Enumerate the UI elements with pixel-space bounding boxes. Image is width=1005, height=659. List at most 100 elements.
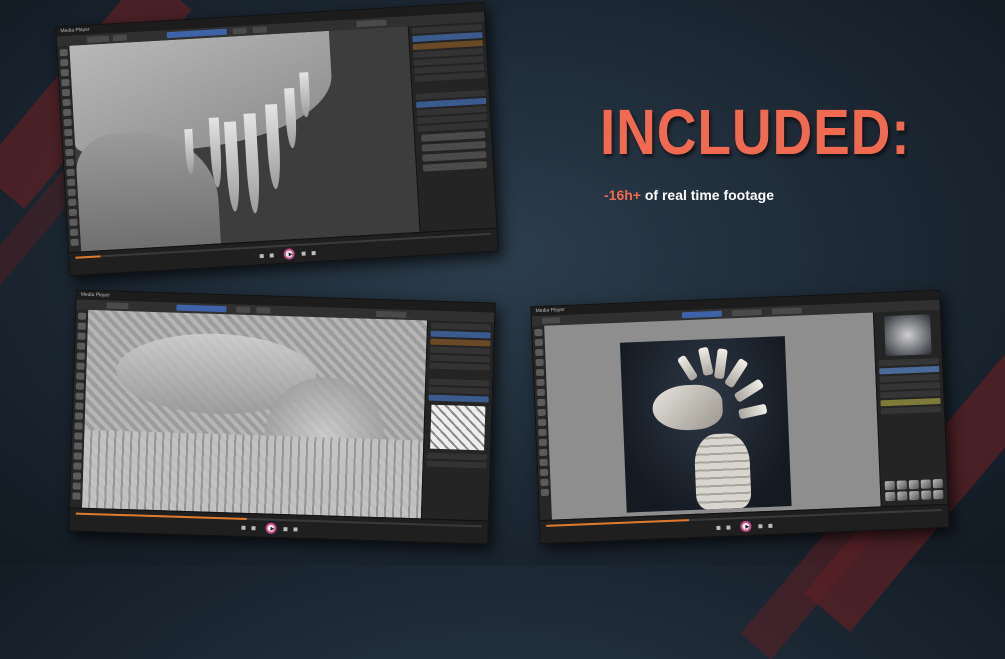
paint-tool-icon[interactable]: [537, 418, 547, 427]
property-row[interactable]: [429, 378, 490, 387]
menu-item[interactable]: [236, 306, 251, 313]
brush-tool-icon[interactable]: [76, 352, 85, 360]
brush-tool-icon[interactable]: [77, 342, 86, 350]
brush-tool-icon[interactable]: [62, 108, 72, 117]
rewind-icon[interactable]: [251, 526, 256, 531]
brush-preset-icon[interactable]: [921, 490, 932, 500]
brush-tool-icon[interactable]: [73, 462, 82, 470]
paint-tool-icon[interactable]: [539, 448, 548, 457]
brush-tool-icon[interactable]: [62, 98, 71, 107]
brush-tool-icon[interactable]: [69, 218, 78, 227]
menu-item[interactable]: [256, 307, 271, 314]
paint-tool-icon[interactable]: [535, 358, 544, 367]
property-row[interactable]: [417, 121, 488, 132]
menu-item[interactable]: [541, 317, 561, 324]
brush-tool-icon[interactable]: [75, 392, 84, 400]
canvas-area[interactable]: [544, 312, 882, 521]
brush-tool-icon[interactable]: [65, 158, 75, 167]
brush-tool-icon[interactable]: [76, 372, 85, 380]
prev-icon[interactable]: [241, 525, 246, 530]
brush-tool-icon[interactable]: [74, 412, 84, 420]
layer-row-selected[interactable]: [879, 365, 940, 375]
paint-tool-icon[interactable]: [536, 388, 545, 397]
brush-tool-icon[interactable]: [66, 178, 76, 187]
brush-preset-icon[interactable]: [920, 479, 932, 489]
3d-viewport[interactable]: [69, 26, 421, 253]
brush-preset-icon[interactable]: [884, 480, 896, 491]
brush-tool-icon[interactable]: [73, 452, 82, 460]
brush-tool-icon[interactable]: [66, 168, 75, 177]
panel-button[interactable]: [422, 150, 487, 162]
menu-item[interactable]: [86, 35, 110, 43]
paint-tool-icon[interactable]: [534, 338, 543, 347]
forward-icon[interactable]: [301, 251, 306, 256]
layer-row[interactable]: [880, 397, 941, 407]
brush-tool-icon[interactable]: [63, 118, 72, 127]
brush-preset-icon[interactable]: [885, 491, 896, 502]
property-row[interactable]: [428, 394, 489, 403]
paint-tool-icon[interactable]: [538, 438, 547, 447]
brush-tool-icon[interactable]: [60, 58, 69, 67]
brush-preset-icon[interactable]: [908, 479, 920, 490]
layer-row[interactable]: [880, 389, 941, 399]
panel-button[interactable]: [422, 160, 488, 172]
brush-tool-icon[interactable]: [77, 332, 86, 340]
menu-item[interactable]: [731, 309, 762, 317]
brush-preset-icon[interactable]: [896, 480, 908, 490]
brush-tool-icon[interactable]: [77, 322, 86, 330]
brush-tool-icon[interactable]: [74, 432, 83, 440]
brush-tool-icon[interactable]: [61, 78, 70, 87]
menu-item[interactable]: [252, 26, 267, 34]
property-row[interactable]: [426, 452, 487, 461]
brush-preset-icon[interactable]: [932, 478, 944, 489]
forward-icon[interactable]: [758, 524, 763, 529]
brush-tool-icon[interactable]: [60, 68, 70, 77]
property-row[interactable]: [428, 386, 489, 395]
brush-tool-icon[interactable]: [75, 382, 84, 390]
outliner-row[interactable]: [430, 338, 491, 347]
play-button[interactable]: [740, 520, 752, 533]
brush-preset-icon[interactable]: [933, 489, 944, 500]
brush-tool-icon[interactable]: [76, 362, 85, 370]
brush-tool-icon[interactable]: [73, 442, 83, 450]
remesh-button[interactable]: [420, 131, 486, 142]
paint-tool-icon[interactable]: [539, 458, 548, 467]
paint-tool-icon[interactable]: [535, 368, 545, 377]
menu-item[interactable]: [112, 34, 128, 42]
brush-tool-icon[interactable]: [72, 482, 81, 490]
outliner-row[interactable]: [430, 346, 491, 355]
panel-button[interactable]: [421, 141, 486, 152]
brush-tool-icon[interactable]: [72, 472, 82, 480]
brush-tool-icon[interactable]: [64, 128, 73, 137]
workspace-tab-active[interactable]: [176, 304, 227, 313]
brush-tool-icon[interactable]: [68, 208, 78, 217]
layer-row[interactable]: [880, 405, 941, 415]
brush-tool-icon[interactable]: [59, 48, 68, 57]
next-icon[interactable]: [311, 250, 316, 256]
outliner-row[interactable]: [414, 71, 485, 82]
play-button[interactable]: [283, 248, 295, 260]
outliner-row-selected[interactable]: [430, 330, 491, 339]
brush-tool-icon[interactable]: [65, 148, 74, 157]
rewind-icon[interactable]: [726, 525, 731, 530]
brush-tool-icon[interactable]: [72, 492, 81, 500]
brush-tool-icon[interactable]: [74, 422, 83, 430]
paint-tool-icon[interactable]: [535, 348, 544, 357]
rewind-icon[interactable]: [269, 253, 274, 258]
menu-item[interactable]: [356, 19, 387, 28]
menu-item[interactable]: [232, 27, 247, 35]
outliner-row[interactable]: [429, 354, 491, 363]
3d-viewport[interactable]: [82, 309, 429, 520]
play-button[interactable]: [265, 522, 277, 534]
brush-tool-icon[interactable]: [69, 228, 79, 237]
brush-tool-icon[interactable]: [68, 198, 77, 207]
brush-tool-icon[interactable]: [61, 88, 71, 97]
prev-icon[interactable]: [716, 525, 721, 531]
paint-tool-icon[interactable]: [537, 398, 546, 407]
paint-tool-icon[interactable]: [536, 378, 545, 387]
brush-preset-icon[interactable]: [909, 490, 920, 501]
layer-row[interactable]: [879, 373, 940, 383]
menu-item[interactable]: [106, 302, 129, 310]
brush-tool-icon[interactable]: [75, 402, 84, 410]
outliner-row[interactable]: [429, 362, 490, 371]
